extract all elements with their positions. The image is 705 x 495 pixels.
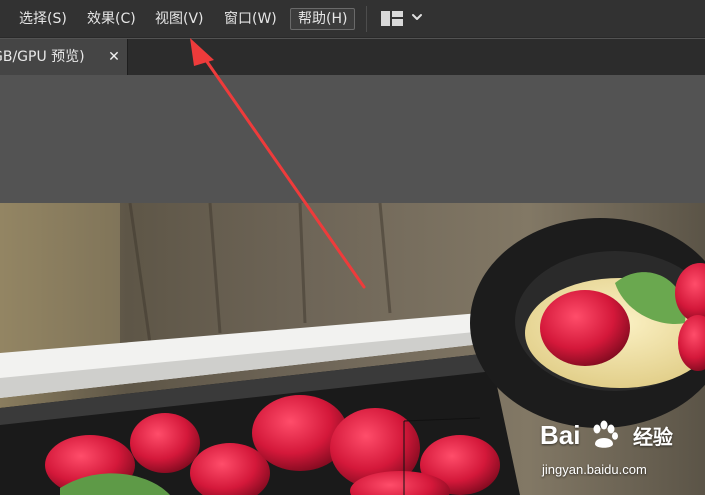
menu-window[interactable]: 窗口(W)	[224, 0, 277, 38]
baidu-paw-icon	[593, 420, 618, 448]
watermark-url: jingyan.baidu.com	[542, 462, 647, 477]
menu-item-partial[interactable]: )	[0, 0, 4, 38]
menu-bar: ) 选择(S) 效果(C) 视图(V) 窗口(W) 帮助(H)	[0, 0, 705, 38]
document-tab[interactable]: GB/GPU 预览) ✕	[0, 39, 128, 75]
workspace-layout-icon[interactable]	[381, 11, 403, 26]
watermark-logo: Bai 经验	[540, 418, 673, 458]
menu-effect[interactable]: 效果(C)	[87, 0, 136, 38]
close-icon[interactable]: ✕	[106, 49, 122, 65]
menu-separator	[366, 6, 367, 32]
document-tab-bar: GB/GPU 预览) ✕	[0, 39, 705, 75]
document-tab-title: GB/GPU 预览)	[0, 49, 85, 65]
watermark-logo-left: Bai	[540, 419, 581, 450]
chevron-down-icon[interactable]	[410, 10, 424, 24]
menu-help[interactable]: 帮助(H)	[290, 8, 356, 30]
watermark-logo-right: 经验	[632, 424, 673, 449]
menu-select[interactable]: 选择(S)	[19, 0, 67, 38]
baidu-jingyan-watermark: Bai 经验 jingyan.baidu.com	[540, 418, 700, 488]
menu-view[interactable]: 视图(V)	[155, 0, 204, 38]
